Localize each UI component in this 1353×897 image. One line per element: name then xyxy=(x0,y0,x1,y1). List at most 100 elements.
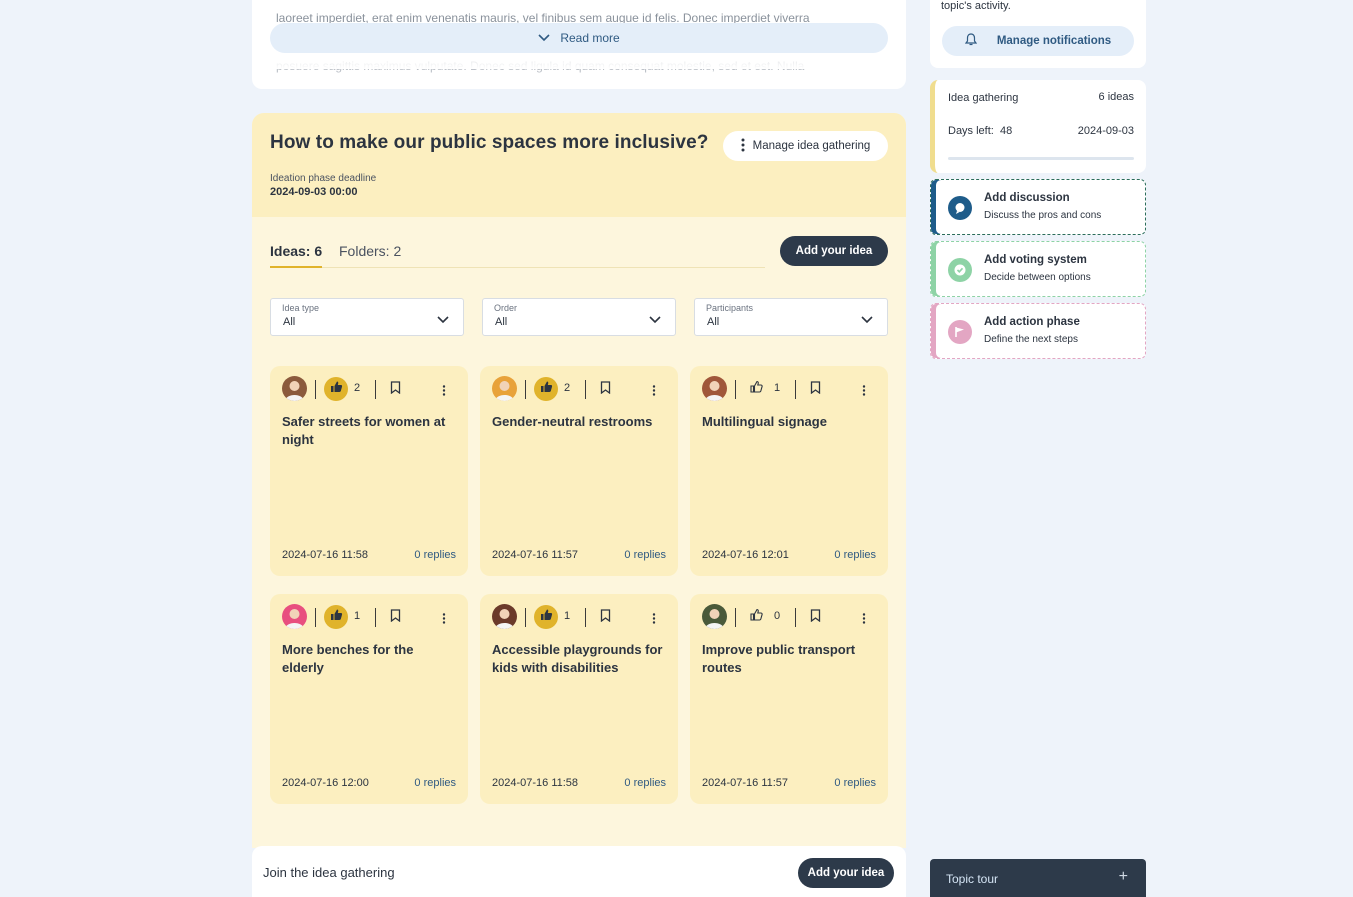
like-button[interactable] xyxy=(324,605,348,629)
idea-date: 2024-07-16 11:57 xyxy=(702,777,789,789)
like-button[interactable] xyxy=(744,605,768,629)
more-options-icon[interactable] xyxy=(442,611,446,629)
filter-label: Participants xyxy=(706,303,754,313)
add-idea-bottom-button[interactable]: Add your idea xyxy=(798,858,894,888)
avatar[interactable] xyxy=(282,604,307,629)
filter-label: Order xyxy=(494,303,518,313)
like-count: 1 xyxy=(354,610,361,622)
tab-ideas[interactable]: Ideas: 6 xyxy=(270,243,323,268)
idea-card[interactable]: 2 Safer streets for women at night 2024-07… xyxy=(270,366,468,576)
plus-icon: + xyxy=(1118,868,1128,885)
ideas-tabs: Ideas: 6 Folders: 2 xyxy=(270,241,765,268)
replies-link[interactable]: 0 replies xyxy=(624,777,666,789)
days-left: Days left: 48 xyxy=(948,125,1012,137)
action-subtitle: Discuss the pros and cons xyxy=(984,210,1102,221)
bookmark-icon[interactable] xyxy=(810,609,821,627)
thumbs-up-icon xyxy=(540,608,553,626)
bookmark-icon[interactable] xyxy=(600,609,611,627)
manage-notifications-button[interactable]: Manage notifications xyxy=(942,26,1134,56)
manage-idea-gathering-button[interactable]: Manage idea gathering xyxy=(723,131,888,161)
divider xyxy=(315,380,316,399)
filter-label: Idea type xyxy=(282,303,320,313)
bookmark-icon[interactable] xyxy=(390,609,401,627)
days-left-label: Days left: xyxy=(948,125,994,137)
idea-card[interactable]: 0 Improve public transport routes 2024-07-… xyxy=(690,594,888,804)
divider xyxy=(375,380,376,399)
avatar[interactable] xyxy=(492,604,517,629)
chevron-down-icon xyxy=(649,311,661,329)
flag-icon xyxy=(948,320,972,344)
more-options-icon[interactable] xyxy=(862,611,866,629)
like-button[interactable] xyxy=(324,377,348,401)
avatar[interactable] xyxy=(702,376,727,401)
idea-gathering-title: How to make our public spaces more inclu… xyxy=(270,132,709,153)
idea-title[interactable]: More benches for the elderly xyxy=(282,641,457,677)
idea-title[interactable]: Accessible playgrounds for kids with dis… xyxy=(492,641,667,677)
avatar[interactable] xyxy=(282,376,307,401)
replies-link[interactable]: 0 replies xyxy=(414,549,456,561)
idea-card[interactable]: 1 Multilingual signage 2024-07-16 12:01 0 r… xyxy=(690,366,888,576)
like-count: 1 xyxy=(564,610,571,622)
like-button[interactable] xyxy=(534,377,558,401)
divider xyxy=(795,380,796,399)
description-card: laoreet imperdiet, erat enim venenatis m… xyxy=(252,0,906,89)
divider xyxy=(735,608,736,627)
more-options-icon[interactable] xyxy=(652,383,656,401)
idea-date: 2024-07-16 12:00 xyxy=(282,777,369,789)
like-count: 2 xyxy=(354,382,361,394)
divider xyxy=(795,608,796,627)
manage-notifications-label: Manage notifications xyxy=(996,35,1112,47)
idea-title[interactable]: Improve public transport routes xyxy=(702,641,877,677)
like-button[interactable] xyxy=(744,377,768,401)
summary-deadline: 2024-09-03 xyxy=(1077,125,1134,137)
add-action-phase-card[interactable]: Add action phase Define the next steps xyxy=(930,303,1146,359)
thumbs-up-icon xyxy=(749,380,763,398)
idea-gathering-summary[interactable]: Idea gathering 6 ideas Days left: 48 202… xyxy=(930,80,1146,173)
more-options-icon[interactable] xyxy=(652,611,656,629)
add-idea-button[interactable]: Add your idea xyxy=(780,236,888,266)
add-voting-system-card[interactable]: Add voting system Decide between options xyxy=(930,241,1146,297)
notifications-card: topic's activity. Manage notifications xyxy=(930,0,1146,68)
divider xyxy=(735,380,736,399)
bookmark-icon[interactable] xyxy=(810,381,821,399)
chevron-down-icon xyxy=(861,311,873,329)
summary-label: Idea gathering xyxy=(948,92,1019,104)
progress-bar xyxy=(948,157,1134,160)
bookmark-icon[interactable] xyxy=(600,381,611,399)
idea-title[interactable]: Safer streets for women at night xyxy=(282,413,457,449)
replies-link[interactable]: 0 replies xyxy=(834,549,876,561)
action-title: Add voting system xyxy=(984,254,1087,266)
filter-value: All xyxy=(495,316,508,328)
more-options-icon[interactable] xyxy=(862,383,866,401)
idea-title[interactable]: Multilingual signage xyxy=(702,413,877,431)
divider xyxy=(315,608,316,627)
join-bar: Join the idea gathering Add your idea xyxy=(252,846,906,897)
tab-folders[interactable]: Folders: 2 xyxy=(339,243,401,266)
divider xyxy=(375,608,376,627)
thumbs-up-icon xyxy=(749,608,763,626)
add-discussion-card[interactable]: Add discussion Discuss the pros and cons xyxy=(930,179,1146,235)
replies-link[interactable]: 0 replies xyxy=(624,549,666,561)
idea-title[interactable]: Gender-neutral restrooms xyxy=(492,413,667,431)
like-button[interactable] xyxy=(534,605,558,629)
bookmark-icon[interactable] xyxy=(390,381,401,399)
avatar[interactable] xyxy=(492,376,517,401)
read-more-button[interactable]: Read more xyxy=(270,23,888,53)
replies-link[interactable]: 0 replies xyxy=(834,777,876,789)
deadline-label: Ideation phase deadline xyxy=(270,173,377,184)
avatar[interactable] xyxy=(702,604,727,629)
filter-participants[interactable]: Participants All xyxy=(694,298,888,336)
filter-idea-type[interactable]: Idea type All xyxy=(270,298,464,336)
idea-card[interactable]: 1 More benches for the elderly 2024-07-16 … xyxy=(270,594,468,804)
more-options-icon[interactable] xyxy=(442,383,446,401)
replies-link[interactable]: 0 replies xyxy=(414,777,456,789)
idea-date: 2024-07-16 11:58 xyxy=(282,549,369,561)
manage-idea-gathering-label: Manage idea gathering xyxy=(752,140,871,152)
idea-card[interactable]: 2 Gender-neutral restrooms 2024-07-16 11:5… xyxy=(480,366,678,576)
kebab-menu-icon xyxy=(741,138,745,155)
thumbs-up-icon xyxy=(330,380,343,398)
thumbs-up-icon xyxy=(330,608,343,626)
topic-tour-button[interactable]: Topic tour + xyxy=(930,859,1146,897)
filter-order[interactable]: Order All xyxy=(482,298,676,336)
idea-card[interactable]: 1 Accessible playgrounds for kids with di… xyxy=(480,594,678,804)
